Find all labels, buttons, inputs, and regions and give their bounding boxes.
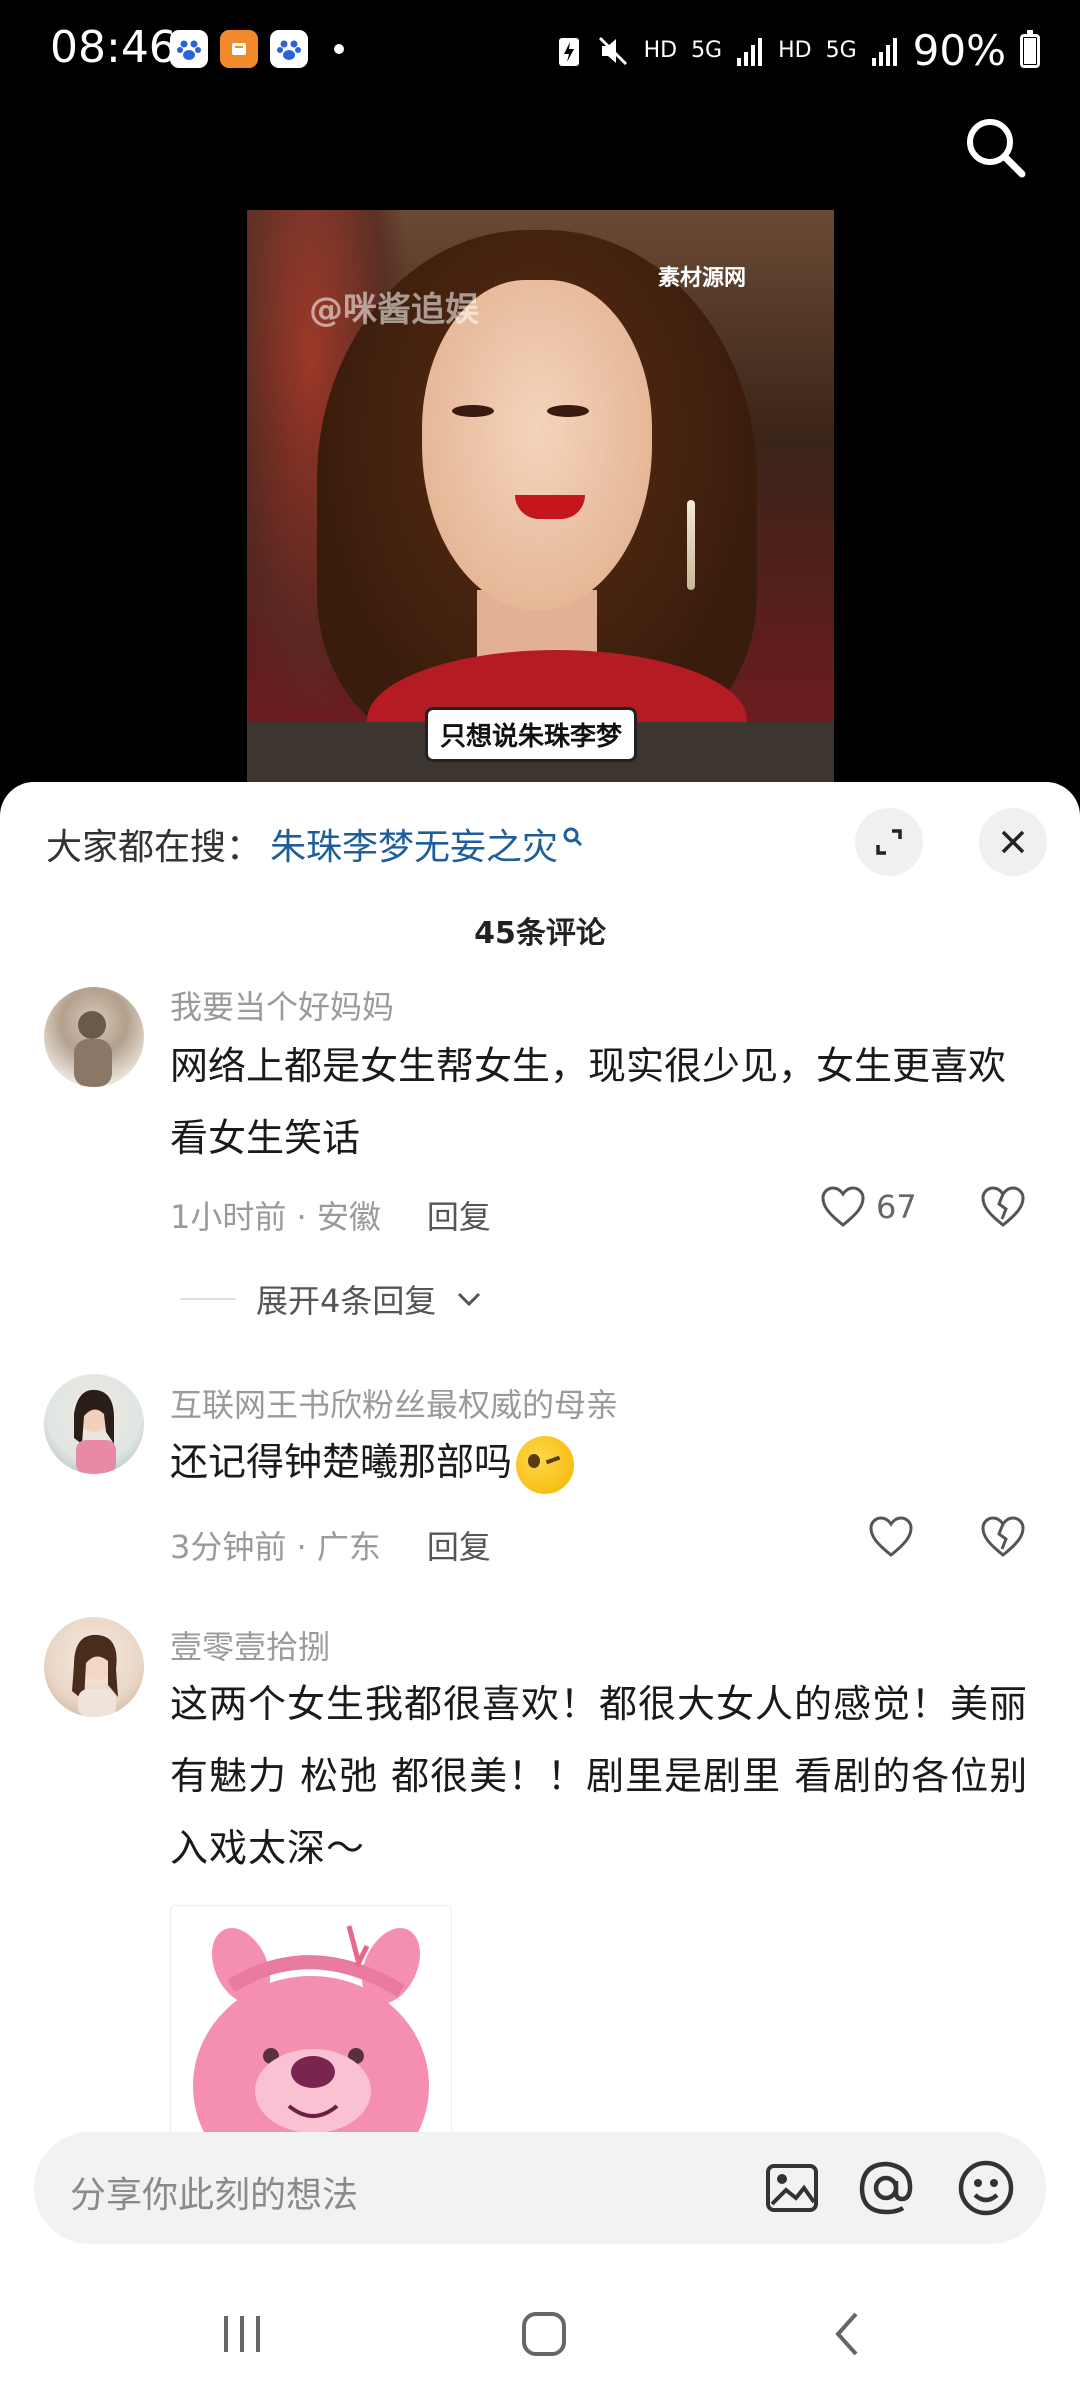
avatar[interactable]: [44, 1374, 144, 1474]
orange-app-icon: [220, 30, 258, 68]
baidu-app-icon: [170, 30, 208, 68]
chevron-down-icon: [458, 1292, 481, 1307]
small-search-icon: [563, 827, 583, 847]
wink-emoji-icon: [516, 1435, 575, 1494]
like-button[interactable]: 67: [820, 1186, 917, 1228]
comment-username[interactable]: 互联网王书欣粉丝最权威的母亲: [170, 1380, 618, 1426]
network-5g-1: 5G: [691, 38, 723, 63]
broken-heart-icon: [981, 1186, 1025, 1227]
hot-search-label: 大家都在搜：: [46, 827, 263, 868]
mute-icon: [598, 36, 627, 65]
image-button[interactable]: [760, 2156, 824, 2220]
at-icon: [859, 2161, 913, 2215]
video-watermark-right: 素材源网: [657, 266, 746, 291]
notification-icons: [170, 30, 344, 68]
comment-time-location: 3分钟前 · 广东: [170, 1528, 381, 1566]
avatar[interactable]: [44, 987, 144, 1087]
signal-icon-1: [737, 37, 763, 66]
back-button[interactable]: [818, 2304, 878, 2364]
video-subtitle: 只想说朱珠李梦: [425, 707, 638, 762]
comment-text: 网络上都是女生帮女生，现实很少见，女生更喜欢看女生笑话: [170, 1044, 1007, 1160]
recent-apps-icon: [224, 2316, 260, 2352]
close-button[interactable]: [979, 808, 1047, 876]
home-button[interactable]: [514, 2304, 574, 2364]
comment-text-row: 还记得钟楚曦那部吗: [170, 1426, 1040, 1498]
video-eye-right: [547, 405, 589, 417]
battery-percent: 90%: [912, 26, 1006, 75]
video-earring: [687, 500, 695, 590]
back-icon: [835, 2312, 858, 2356]
expand-replies-label: 展开4条回复: [256, 1282, 437, 1320]
network-hd-2: HD: [778, 38, 812, 63]
comment-input[interactable]: 分享你此刻的想法: [70, 2166, 358, 2218]
expand-replies-button[interactable]: 展开4条回复: [180, 1276, 482, 1322]
comment-username[interactable]: 壹零壹拾捌: [170, 1622, 330, 1668]
expand-button[interactable]: [855, 808, 923, 876]
comment-meta: 1小时前 · 安徽 回复: [170, 1192, 491, 1238]
mention-button[interactable]: [854, 2156, 918, 2220]
comment-count: 45条评论: [474, 916, 606, 951]
network-5g-2: 5G: [825, 38, 857, 63]
avatar[interactable]: [44, 1617, 144, 1717]
status-bar: 08:46 HD 5G HD 5G 90%: [0, 0, 1080, 100]
expand-icon: [876, 829, 902, 855]
video-player[interactable]: @咪酱追娱 素材源网 只想说朱珠李梦: [247, 210, 834, 790]
search-icon: [967, 119, 1026, 178]
signal-icon-2: [871, 37, 897, 66]
search-button[interactable]: [960, 112, 1032, 184]
comment-input-bar[interactable]: 分享你此刻的想法: [34, 2132, 1046, 2244]
heart-icon: [821, 1186, 865, 1227]
status-time: 08:46: [50, 22, 177, 73]
image-icon: [766, 2164, 818, 2212]
comment-meta: 3分钟前 · 广东 回复: [170, 1522, 491, 1568]
broken-heart-icon: [981, 1516, 1025, 1557]
reply-button[interactable]: 回复: [427, 1522, 491, 1568]
reply-button[interactable]: 回复: [427, 1192, 491, 1238]
heart-icon: [869, 1516, 913, 1557]
battery-icon: [1020, 29, 1040, 68]
like-count: 67: [876, 1188, 917, 1226]
dislike-button[interactable]: [980, 1516, 1026, 1562]
baidu-app-icon-2: [270, 30, 308, 68]
close-icon: [1001, 830, 1025, 854]
battery-saver-icon: [558, 37, 579, 66]
dislike-button[interactable]: [980, 1186, 1026, 1232]
comment-text: 这两个女生我都很喜欢！都很大女人的感觉！美丽有魅力 松弛 都很美！！剧里是剧里 …: [170, 1682, 1029, 1870]
recent-apps-button[interactable]: [212, 2304, 272, 2364]
video-eye-left: [452, 405, 494, 417]
comment-time-location: 1小时前 · 安徽: [170, 1198, 381, 1236]
video-watermark-left: @咪酱追娱: [309, 290, 479, 330]
like-button[interactable]: [868, 1516, 914, 1558]
hot-search[interactable]: 大家都在搜： 朱珠李梦无妄之灾: [46, 818, 584, 870]
comment-text: 还记得钟楚曦那部吗: [170, 1440, 513, 1484]
navigation-bar: [0, 2260, 1080, 2400]
home-icon: [522, 2312, 566, 2356]
network-hd-1: HD: [643, 38, 678, 63]
emoji-icon: [958, 2160, 1014, 2216]
hot-search-keyword[interactable]: 朱珠李梦无妄之灾: [270, 818, 558, 870]
emoji-button[interactable]: [954, 2156, 1018, 2220]
status-right: HD 5G HD 5G 90%: [556, 26, 1040, 75]
comment-username[interactable]: 我要当个好妈妈: [170, 982, 394, 1028]
more-notifications-dot: [334, 44, 344, 54]
divider-line: [180, 1298, 236, 1300]
